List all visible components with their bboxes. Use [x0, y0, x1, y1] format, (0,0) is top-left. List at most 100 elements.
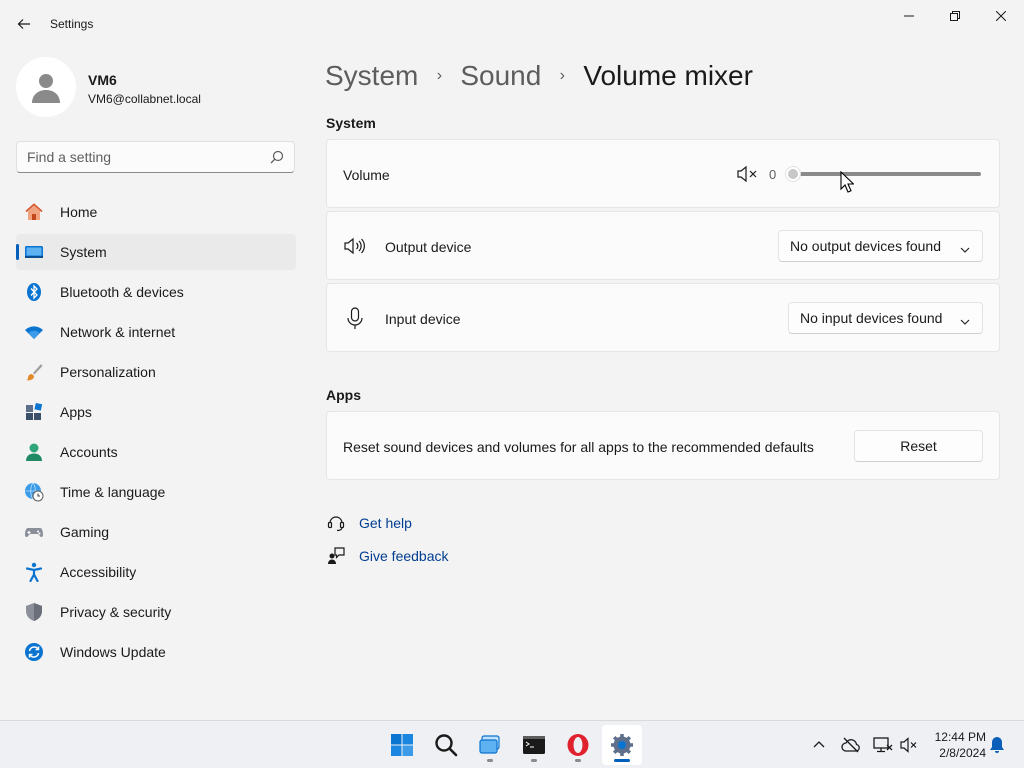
- sidebar-item-label: Personalization: [60, 364, 156, 380]
- breadcrumb-sound[interactable]: Sound: [460, 60, 541, 92]
- sidebar-item-label: Bluetooth & devices: [60, 284, 184, 300]
- restore-icon: [950, 11, 960, 21]
- sidebar-item-windows-update[interactable]: Windows Update: [16, 634, 296, 670]
- profile-name: VM6: [88, 72, 117, 88]
- apps-section-heading: Apps: [326, 387, 361, 403]
- reset-card: Reset sound devices and volumes for all …: [326, 411, 1000, 480]
- minimize-button[interactable]: [886, 0, 932, 32]
- running-indicator: [614, 759, 630, 762]
- input-device-selected: No input devices found: [800, 310, 943, 326]
- volume-slider[interactable]: [785, 166, 985, 182]
- accounts-icon: [24, 442, 44, 462]
- user-profile[interactable]: VM6 VM6@collabnet.local: [16, 57, 296, 117]
- reset-button[interactable]: Reset: [854, 430, 983, 462]
- show-hidden-icons-button[interactable]: [807, 733, 831, 757]
- home-icon: [24, 202, 44, 222]
- sidebar-item-accounts[interactable]: Accounts: [16, 434, 296, 470]
- sidebar-item-system[interactable]: System: [16, 234, 296, 270]
- profile-email: VM6@collabnet.local: [88, 92, 201, 106]
- sidebar-item-gaming[interactable]: Gaming: [16, 514, 296, 550]
- sidebar-item-label: Gaming: [60, 524, 110, 540]
- search-input[interactable]: [27, 148, 267, 166]
- volume-tray-button[interactable]: [897, 733, 921, 757]
- sidebar-item-label: Windows Update: [60, 644, 166, 660]
- accessibility-icon: [24, 562, 44, 582]
- sidebar-item-privacy-security[interactable]: Privacy & security: [16, 594, 296, 630]
- sidebar-item-label: System: [60, 244, 107, 260]
- feedback-icon: [326, 546, 346, 566]
- sidebar-item-personalization[interactable]: Personalization: [16, 354, 296, 390]
- sidebar-item-apps[interactable]: Apps: [16, 394, 296, 430]
- breadcrumb-system[interactable]: System: [325, 60, 418, 92]
- breadcrumb: System › Sound › Volume mixer: [325, 58, 753, 94]
- minimize-icon: [904, 15, 914, 17]
- mute-toggle[interactable]: [736, 164, 758, 189]
- input-device-card: Input device No input devices found: [326, 283, 1000, 352]
- sidebar-item-bluetooth[interactable]: Bluetooth & devices: [16, 274, 296, 310]
- volume-card: Volume 0: [326, 139, 1000, 208]
- start-button[interactable]: [382, 725, 422, 765]
- opera-button[interactable]: [558, 725, 598, 765]
- sidebar-item-label: Accessibility: [60, 564, 137, 580]
- sidebar-item-label: Accounts: [60, 444, 118, 460]
- title-bar: Settings: [0, 0, 1024, 48]
- taskbar-clock[interactable]: 12:44 PM 2/8/2024: [924, 729, 986, 761]
- settings-icon: [611, 734, 633, 756]
- bell-icon: [990, 737, 1004, 753]
- output-device-dropdown[interactable]: No output devices found: [778, 230, 983, 262]
- sidebar-item-accessibility[interactable]: Accessibility: [16, 554, 296, 590]
- sidebar-item-network[interactable]: Network & internet: [16, 314, 296, 350]
- get-help-link[interactable]: Get help: [326, 512, 412, 534]
- running-indicator: [531, 759, 537, 762]
- chevron-down-icon: [960, 242, 970, 258]
- shield-icon: [24, 602, 44, 622]
- back-button[interactable]: [12, 10, 36, 38]
- taskbar-search-button[interactable]: [426, 725, 466, 765]
- globe-clock-icon: [24, 482, 44, 502]
- taskbar: 12:44 PM 2/8/2024: [0, 720, 1024, 768]
- search-icon: [270, 150, 284, 169]
- task-view-icon: [479, 735, 500, 754]
- sidebar-item-time-language[interactable]: Time & language: [16, 474, 296, 510]
- window-title: Settings: [50, 17, 94, 31]
- system-section-heading: System: [326, 115, 376, 131]
- volume-value: 0: [769, 167, 777, 182]
- sidebar-item-home[interactable]: Home: [16, 194, 296, 230]
- volume-slider-thumb[interactable]: [785, 166, 801, 182]
- mouse-cursor-icon: [840, 171, 854, 193]
- settings-taskbar-button[interactable]: [602, 725, 642, 765]
- sidebar-nav: Home System Bluetooth & devices Network …: [16, 194, 296, 674]
- breadcrumb-separator: ›: [436, 67, 443, 84]
- page-title: Volume mixer: [583, 60, 753, 91]
- gamepad-icon: [24, 522, 44, 542]
- restore-button[interactable]: [932, 0, 978, 32]
- terminal-button[interactable]: [514, 725, 554, 765]
- clock-time: 12:44 PM: [934, 730, 986, 744]
- reset-description: Reset sound devices and volumes for all …: [343, 439, 814, 455]
- cloud-offline-icon: [841, 737, 860, 753]
- output-device-selected: No output devices found: [790, 238, 941, 254]
- get-help-text[interactable]: Get help: [359, 515, 412, 531]
- network-disconnected-icon: [873, 737, 893, 753]
- brush-icon: [24, 362, 44, 382]
- search-box[interactable]: [16, 141, 295, 173]
- close-button[interactable]: [978, 0, 1024, 32]
- volume-label: Volume: [343, 167, 390, 183]
- input-device-dropdown[interactable]: No input devices found: [788, 302, 983, 334]
- give-feedback-link[interactable]: Give feedback: [326, 545, 449, 567]
- help-icon: [326, 513, 346, 533]
- user-icon: [32, 74, 60, 103]
- avatar: [16, 57, 76, 117]
- system-icon: [24, 242, 44, 262]
- bluetooth-icon: [24, 282, 44, 302]
- input-device-label: Input device: [385, 311, 461, 327]
- give-feedback-text[interactable]: Give feedback: [359, 548, 449, 564]
- speaker-muted-icon: [900, 737, 917, 753]
- update-icon: [24, 642, 44, 662]
- sidebar-item-label: Network & internet: [60, 324, 176, 340]
- notifications-button[interactable]: [985, 733, 1009, 757]
- network-tray-button[interactable]: [871, 733, 895, 757]
- start-icon: [391, 734, 413, 756]
- task-view-button[interactable]: [470, 725, 510, 765]
- onedrive-tray-button[interactable]: [839, 733, 863, 757]
